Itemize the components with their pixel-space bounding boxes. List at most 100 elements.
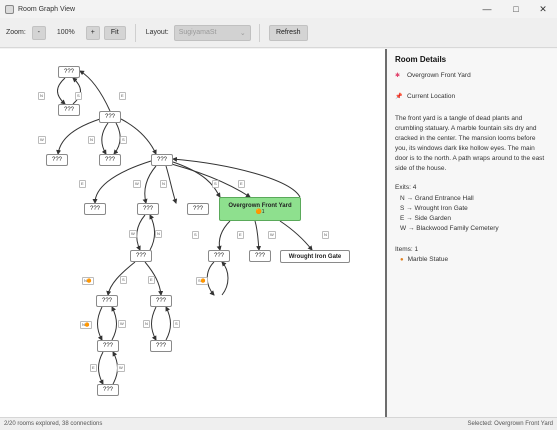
title-bar: Room Graph View — □ ✕ [0, 0, 557, 18]
graph-edge [221, 261, 229, 296]
graph-edge [216, 220, 231, 251]
toolbar-separator [134, 23, 136, 42]
room-node-unknown[interactable]: ??? [97, 384, 119, 396]
room-node-unknown[interactable]: ??? [58, 104, 80, 116]
location-row: 📌 Current Location [395, 93, 549, 100]
room-node-unknown[interactable]: ??? [249, 250, 271, 262]
status-summary: 2/20 rooms explored, 38 connections [4, 421, 103, 427]
zoom-label: Zoom: [6, 29, 26, 36]
graph-edge [79, 70, 111, 112]
room-name: Overgrown Front Yard [407, 72, 471, 79]
edge-label: N [38, 92, 45, 100]
room-node-unknown[interactable]: ??? [130, 250, 152, 262]
edge-label: W [38, 136, 46, 144]
layout-label: Layout: [145, 29, 169, 36]
chevron-down-icon: ⌄ [239, 29, 246, 37]
graph-edge [169, 160, 221, 198]
edge-label: S [120, 136, 127, 144]
graph-edge [57, 77, 66, 105]
layout-select[interactable]: SugiyamaSt ⌄ [173, 24, 251, 41]
edge-label: E [79, 180, 86, 188]
graph-edge [72, 77, 81, 105]
room-node-unknown[interactable]: ??? [99, 154, 121, 166]
edge-label: N [155, 230, 162, 238]
app-icon [5, 4, 14, 14]
graph-edge [279, 220, 313, 251]
window-title: Room Graph View [18, 5, 76, 13]
item-entry: ● Marble Statue [400, 256, 549, 263]
exit-item: W → Blackwood Family Cemetery [400, 225, 499, 232]
edge-label: N [160, 180, 167, 188]
room-node-unknown[interactable]: ??? [150, 295, 172, 307]
zoom-in-button[interactable]: + [85, 25, 100, 40]
room-node-unknown[interactable]: ??? [58, 66, 80, 78]
minimize-button[interactable]: — [473, 0, 501, 18]
room-node-selected[interactable]: Overgrown Front Yard 🟠1 [219, 197, 301, 221]
exits-heading: Exits: 4 [395, 184, 417, 191]
graph-edge [149, 214, 155, 251]
status-bar: 2/20 rooms explored, 38 connections Sele… [0, 417, 557, 430]
graph-edge [165, 165, 178, 204]
edge-label: N [322, 231, 329, 239]
graph-edge [206, 261, 215, 296]
room-node-unknown[interactable]: ??? [46, 154, 68, 166]
exit-item: E → Side Garden [400, 215, 451, 222]
graph-edge [254, 220, 262, 251]
edge-label: S [192, 231, 199, 239]
item-icon: ● [400, 256, 404, 263]
room-node-unknown[interactable]: ??? [151, 154, 173, 166]
app-window: Room Graph View — □ ✕ Zoom: - 100% + Fit… [0, 0, 557, 430]
graph-edge [101, 122, 109, 155]
fit-button[interactable]: Fit [103, 25, 126, 40]
room-node-unknown[interactable]: ??? [96, 295, 118, 307]
room-node-unknown[interactable]: ??? [84, 203, 106, 215]
graph-edge [172, 156, 301, 198]
edge-label: E [119, 92, 126, 100]
graph-edge [142, 165, 157, 204]
room-name-row: ✱ Overgrown Front Yard [395, 72, 549, 79]
room-description: The front yard is a tangle of dead plant… [395, 115, 545, 172]
graph-edge [97, 306, 103, 341]
edge-label: W [133, 180, 141, 188]
edge-label: W [129, 230, 137, 238]
pin-icon: 📌 [395, 94, 403, 100]
edge-label: S [120, 276, 127, 284]
items-heading: Items: 1 [395, 246, 419, 253]
room-node-unknown[interactable]: ??? [137, 203, 159, 215]
edge-label: N [88, 136, 95, 144]
graph-edge [136, 214, 146, 251]
item-name: Marble Statue [407, 256, 449, 263]
edge-label: S [173, 320, 180, 328]
close-button[interactable]: ✕ [529, 0, 557, 18]
edge-label: N [143, 320, 150, 328]
graph-edge [92, 160, 152, 204]
location-label: Current Location [407, 93, 456, 100]
edge-item-label: N🟠 [82, 277, 94, 285]
edge-item-label: S🟠 [196, 277, 208, 285]
room-marker-icon: ✱ [395, 73, 401, 79]
exit-item: S → Wrought Iron Gate [400, 205, 468, 212]
room-graph-canvas[interactable]: ??? ??? ??? ??? ??? ??? ??? ??? ??? Over… [0, 49, 385, 417]
graph-edge [165, 306, 171, 341]
room-node-unknown[interactable]: ??? [150, 340, 172, 352]
toolbar: Zoom: - 100% + Fit Layout: SugiyamaSt ⌄ … [0, 18, 557, 48]
room-node-unknown[interactable]: ??? [208, 250, 230, 262]
room-node-unknown[interactable]: ??? [99, 111, 121, 123]
edge-item-label: N🟠 [80, 321, 92, 329]
room-node-unknown[interactable]: ??? [187, 203, 209, 215]
graph-edge [151, 306, 157, 341]
layout-select-value: SugiyamaSt [178, 29, 217, 36]
edge-label: S [212, 180, 219, 188]
room-node-unknown[interactable]: ??? [97, 340, 119, 352]
item-marker: 🟠1 [255, 209, 265, 215]
zoom-out-button[interactable]: - [31, 25, 46, 40]
edge-label: E [90, 364, 97, 372]
edge-label: W [268, 231, 276, 239]
graph-edge [111, 306, 117, 341]
room-node-wrought-iron-gate[interactable]: Wrought Iron Gate [280, 250, 350, 263]
edge-label: S [75, 92, 82, 100]
maximize-button[interactable]: □ [502, 0, 530, 18]
graph-edge [98, 351, 104, 385]
refresh-button[interactable]: Refresh [268, 24, 308, 41]
zoom-value: 100% [56, 29, 75, 36]
